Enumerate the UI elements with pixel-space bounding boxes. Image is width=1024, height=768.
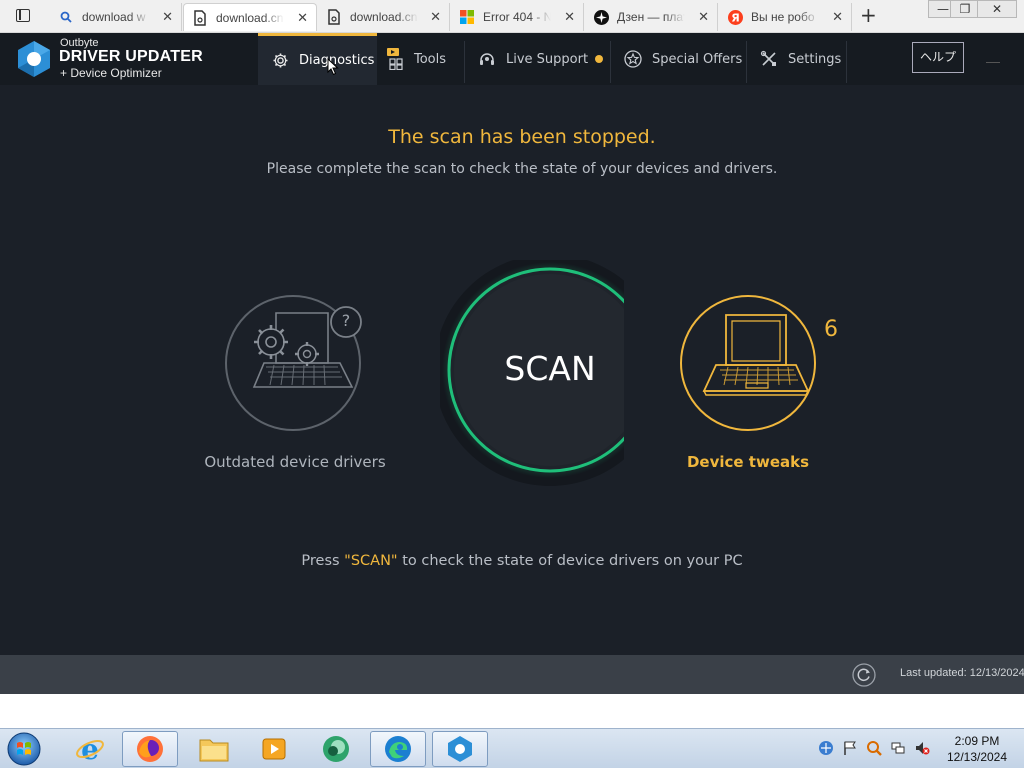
network-status-icon[interactable] <box>818 740 834 756</box>
firefox-icon[interactable] <box>122 731 178 767</box>
svg-text:e: e <box>81 734 99 764</box>
browser-tab[interactable]: download.cn ✕ <box>318 3 450 31</box>
close-tab-icon[interactable]: ✕ <box>430 9 441 25</box>
star-badge-icon <box>624 50 642 68</box>
microsoft-icon <box>459 9 475 25</box>
browser-tab[interactable]: Я Вы не робо ✕ <box>719 3 852 31</box>
search-tray-icon[interactable] <box>866 740 882 756</box>
search-icon <box>58 9 74 25</box>
document-icon <box>326 9 342 25</box>
wrench-screwdriver-icon <box>760 50 778 68</box>
close-tab-icon[interactable]: ✕ <box>832 9 843 25</box>
unknown-status-badge: ? <box>341 311 351 330</box>
close-tab-icon[interactable]: ✕ <box>564 9 575 25</box>
diagnostics-panel: The scan has been stopped. Please comple… <box>0 85 1024 655</box>
device-tweaks-label[interactable]: Device tweaks <box>628 453 868 471</box>
file-explorer-icon[interactable] <box>186 731 242 767</box>
mouse-cursor-icon <box>327 58 339 76</box>
device-tweaks-laptop-icon[interactable] <box>678 295 820 437</box>
refresh-icon[interactable] <box>852 663 876 687</box>
notification-dot <box>595 55 604 63</box>
system-clock[interactable]: 2:09 PM 12/13/2024 <box>942 733 1012 765</box>
instruction-text: Press <box>301 553 345 569</box>
tab-title: Дзен — плат <box>617 10 685 24</box>
browser-tab[interactable]: Дзен — плат ✕ <box>585 3 718 31</box>
tools-grid-icon <box>386 48 404 70</box>
last-updated-text: Last updated: 12/13/2024 <box>900 667 1024 679</box>
clock-time: 2:09 PM <box>954 734 1000 748</box>
svg-text:Я: Я <box>731 11 739 24</box>
close-tab-icon[interactable]: ✕ <box>162 9 173 25</box>
zen-icon <box>593 9 609 25</box>
instruction-text: to check the state of device drivers on … <box>397 553 743 569</box>
app-icon[interactable] <box>308 731 364 767</box>
browser-bottom-area <box>0 694 1024 728</box>
volume-muted-icon[interactable] <box>914 740 930 756</box>
page-subtitle: Please complete the scan to check the st… <box>266 161 778 177</box>
driver-updater-icon[interactable] <box>432 731 488 767</box>
internet-explorer-icon[interactable]: e <box>62 731 118 767</box>
browser-tab-active[interactable]: download.cn ✕ <box>183 3 317 31</box>
tab-live-support[interactable]: Live Support <box>478 33 604 85</box>
tab-settings[interactable]: Settings <box>760 33 841 85</box>
windows-start-icon[interactable] <box>4 730 44 768</box>
clock-date: 12/13/2024 <box>946 750 1008 764</box>
tab-title: Error 404 - N <box>483 10 551 24</box>
browser-tab[interactable]: download w ✕ <box>50 3 182 31</box>
outbyte-logo-icon <box>18 41 50 77</box>
tweaks-count-badge: 6 <box>824 317 838 342</box>
windows-taskbar: e 2:09 PM 12/13/2024 <box>0 728 1024 768</box>
brand-name: DRIVER UPDATER <box>59 48 203 65</box>
nav-divider <box>846 41 847 83</box>
tab-title: download.cn <box>216 10 284 25</box>
outdated-drivers-label: Outdated device drivers <box>204 453 386 471</box>
tab-label: Tools <box>414 51 447 67</box>
nav-divider <box>610 41 611 83</box>
close-tab-icon[interactable]: ✕ <box>698 9 709 25</box>
tab-special-offers[interactable]: Special Offers <box>624 33 742 85</box>
instruction-highlight: "SCAN" <box>344 553 398 569</box>
action-center-flag-icon[interactable] <box>842 740 858 756</box>
document-icon <box>192 9 208 26</box>
tab-title: download.cn <box>350 10 418 24</box>
browser-tab[interactable]: Error 404 - N ✕ <box>451 3 584 31</box>
scan-instruction: Press "SCAN" to check the state of devic… <box>0 553 1024 569</box>
help-button[interactable]: ヘルプ <box>912 42 964 73</box>
app-minimize-button[interactable] <box>986 62 1000 63</box>
tab-diagnostics[interactable]: Diagnostics <box>258 33 377 85</box>
scan-button-label[interactable]: SCAN <box>440 349 660 388</box>
tab-tools[interactable]: Tools <box>386 33 446 85</box>
new-tab-button[interactable]: + <box>860 3 877 27</box>
tab-label: Live Support <box>506 51 589 67</box>
page-title: The scan has been stopped. <box>388 126 656 148</box>
nav-divider <box>746 41 747 83</box>
tab-title: download w <box>82 10 146 24</box>
restore-window-button[interactable]: ❐ <box>950 0 980 18</box>
nav-divider <box>464 41 465 83</box>
tab-label: Special Offers <box>652 51 743 67</box>
tab-title: Вы не робо <box>751 10 815 24</box>
edge-icon[interactable] <box>370 731 426 767</box>
app-header: Outbyte DRIVER UPDATER + Device Optimize… <box>0 33 1024 85</box>
tab-actions-icon[interactable] <box>12 6 34 26</box>
network-adapter-icon[interactable] <box>890 740 906 756</box>
gear-icon <box>271 52 289 70</box>
status-footer: Last updated: 12/13/2024 <box>0 655 1024 694</box>
close-tab-icon[interactable]: ✕ <box>297 10 308 26</box>
tab-label: Settings <box>788 51 842 67</box>
close-window-button[interactable]: ✕ <box>977 0 1017 18</box>
media-player-icon[interactable] <box>246 731 302 767</box>
yandex-icon: Я <box>727 9 743 25</box>
headset-icon <box>478 50 496 68</box>
brand-subtitle: + Device Optimizer <box>60 66 162 80</box>
browser-tab-strip: download w ✕ download.cn ✕ download.cn ✕… <box>0 0 1024 33</box>
